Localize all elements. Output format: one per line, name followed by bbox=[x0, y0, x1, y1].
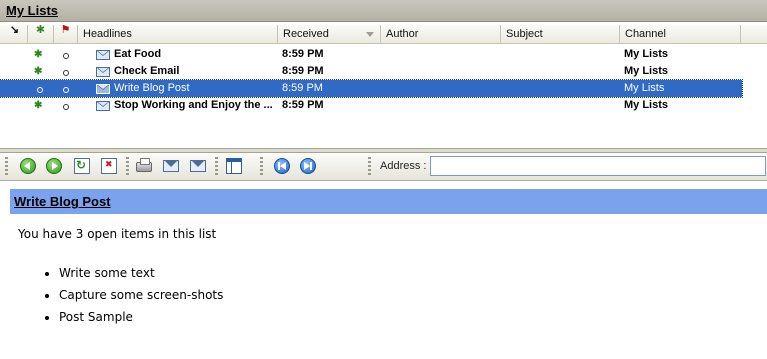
email-attach-button[interactable] bbox=[190, 160, 206, 172]
sort-desc-icon bbox=[366, 32, 374, 37]
list-item: Write some text bbox=[59, 262, 223, 284]
next-item-button[interactable] bbox=[300, 158, 316, 174]
toolbar-separator bbox=[260, 157, 263, 176]
list-item: Post Sample bbox=[59, 306, 223, 328]
status-gear-icon: ✱ bbox=[35, 24, 46, 36]
previous-arrow-icon bbox=[280, 162, 286, 170]
list-row-selected[interactable]: Write Blog Post 8:59 PM My Lists bbox=[0, 79, 743, 98]
row-channel: My Lists bbox=[624, 65, 669, 77]
toolbar-grip[interactable] bbox=[5, 157, 8, 176]
row-received: 8:59 PM bbox=[282, 99, 324, 111]
next-bar-icon bbox=[310, 162, 312, 170]
envelope-icon bbox=[96, 101, 110, 111]
row-headline: Write Blog Post bbox=[114, 82, 190, 94]
column-headlines[interactable]: Headlines bbox=[78, 25, 278, 43]
preview-title-link[interactable]: Write Blog Post bbox=[14, 194, 111, 209]
column-flag[interactable]: ↘ bbox=[0, 25, 28, 43]
column-priority[interactable]: ⚑ bbox=[54, 25, 78, 43]
column-status[interactable]: ✱ bbox=[28, 25, 54, 43]
row-channel: My Lists bbox=[624, 99, 669, 111]
flag-icon: ⚑ bbox=[60, 24, 71, 36]
preview-item-list: Write some text Capture some screen-shot… bbox=[18, 262, 223, 328]
list-row[interactable]: ✱ Stop Working and Enjoy the ... 8:59 PM… bbox=[0, 97, 742, 114]
toolbar-separator bbox=[126, 157, 129, 176]
column-author[interactable]: Author bbox=[381, 25, 501, 43]
toolbar-separator bbox=[368, 157, 371, 176]
row-headline: Stop Working and Enjoy the ... bbox=[114, 99, 273, 111]
priority-dot-icon bbox=[63, 104, 69, 110]
back-arrow-icon bbox=[24, 162, 30, 170]
list-row[interactable]: ✱ Eat Food 8:59 PM My Lists bbox=[0, 46, 742, 63]
email-button[interactable] bbox=[163, 160, 179, 172]
refresh-button[interactable] bbox=[74, 158, 90, 174]
list-item: Capture some screen-shots bbox=[59, 284, 223, 306]
previous-item-button[interactable] bbox=[274, 158, 290, 174]
column-subject[interactable]: Subject bbox=[501, 25, 620, 43]
preview-header: Write Blog Post bbox=[10, 189, 767, 214]
forward-arrow-icon bbox=[52, 162, 58, 170]
unread-star-icon: ✱ bbox=[34, 49, 43, 60]
row-headline: Check Email bbox=[114, 65, 180, 77]
window-title: My Lists bbox=[6, 3, 59, 18]
address-input[interactable] bbox=[430, 156, 766, 176]
row-received: 8:59 PM bbox=[282, 82, 323, 94]
browser-toolbar: Address : bbox=[0, 153, 767, 181]
row-headline: Eat Food bbox=[114, 48, 162, 60]
row-channel: My Lists bbox=[624, 82, 665, 94]
title-bar: My Lists bbox=[0, 0, 767, 22]
priority-dot-icon bbox=[63, 87, 69, 93]
row-channel: My Lists bbox=[624, 48, 669, 60]
unread-star-icon: ✱ bbox=[34, 66, 43, 77]
back-button[interactable] bbox=[20, 158, 36, 174]
forward-button[interactable] bbox=[46, 158, 62, 174]
row-received: 8:59 PM bbox=[282, 65, 324, 77]
arrow-icon: ↘ bbox=[9, 24, 20, 36]
priority-dot-icon bbox=[63, 53, 69, 59]
layout-panel-button[interactable] bbox=[226, 158, 242, 174]
address-label: Address : bbox=[380, 160, 427, 172]
priority-dot-icon bbox=[63, 70, 69, 76]
print-button[interactable] bbox=[136, 158, 152, 172]
preview-pane: Write Blog Post You have 3 open items in… bbox=[0, 181, 767, 359]
envelope-icon bbox=[96, 67, 110, 77]
envelope-open-icon bbox=[96, 84, 110, 94]
headlines-list[interactable]: ↘ ✱ ⚑ Headlines Received Author Subject … bbox=[0, 22, 767, 148]
column-channel[interactable]: Channel bbox=[620, 25, 741, 43]
column-received-label: Received bbox=[283, 28, 329, 40]
row-received: 8:59 PM bbox=[282, 48, 324, 60]
read-dot-icon bbox=[37, 87, 43, 93]
toolbar-separator bbox=[215, 157, 218, 176]
list-row[interactable]: ✱ Check Email 8:59 PM My Lists bbox=[0, 63, 742, 80]
column-header-row: ↘ ✱ ⚑ Headlines Received Author Subject … bbox=[0, 25, 767, 44]
delete-button[interactable] bbox=[101, 158, 117, 174]
unread-star-icon: ✱ bbox=[34, 100, 43, 111]
preview-summary: You have 3 open items in this list bbox=[18, 227, 217, 241]
envelope-icon bbox=[96, 50, 110, 60]
